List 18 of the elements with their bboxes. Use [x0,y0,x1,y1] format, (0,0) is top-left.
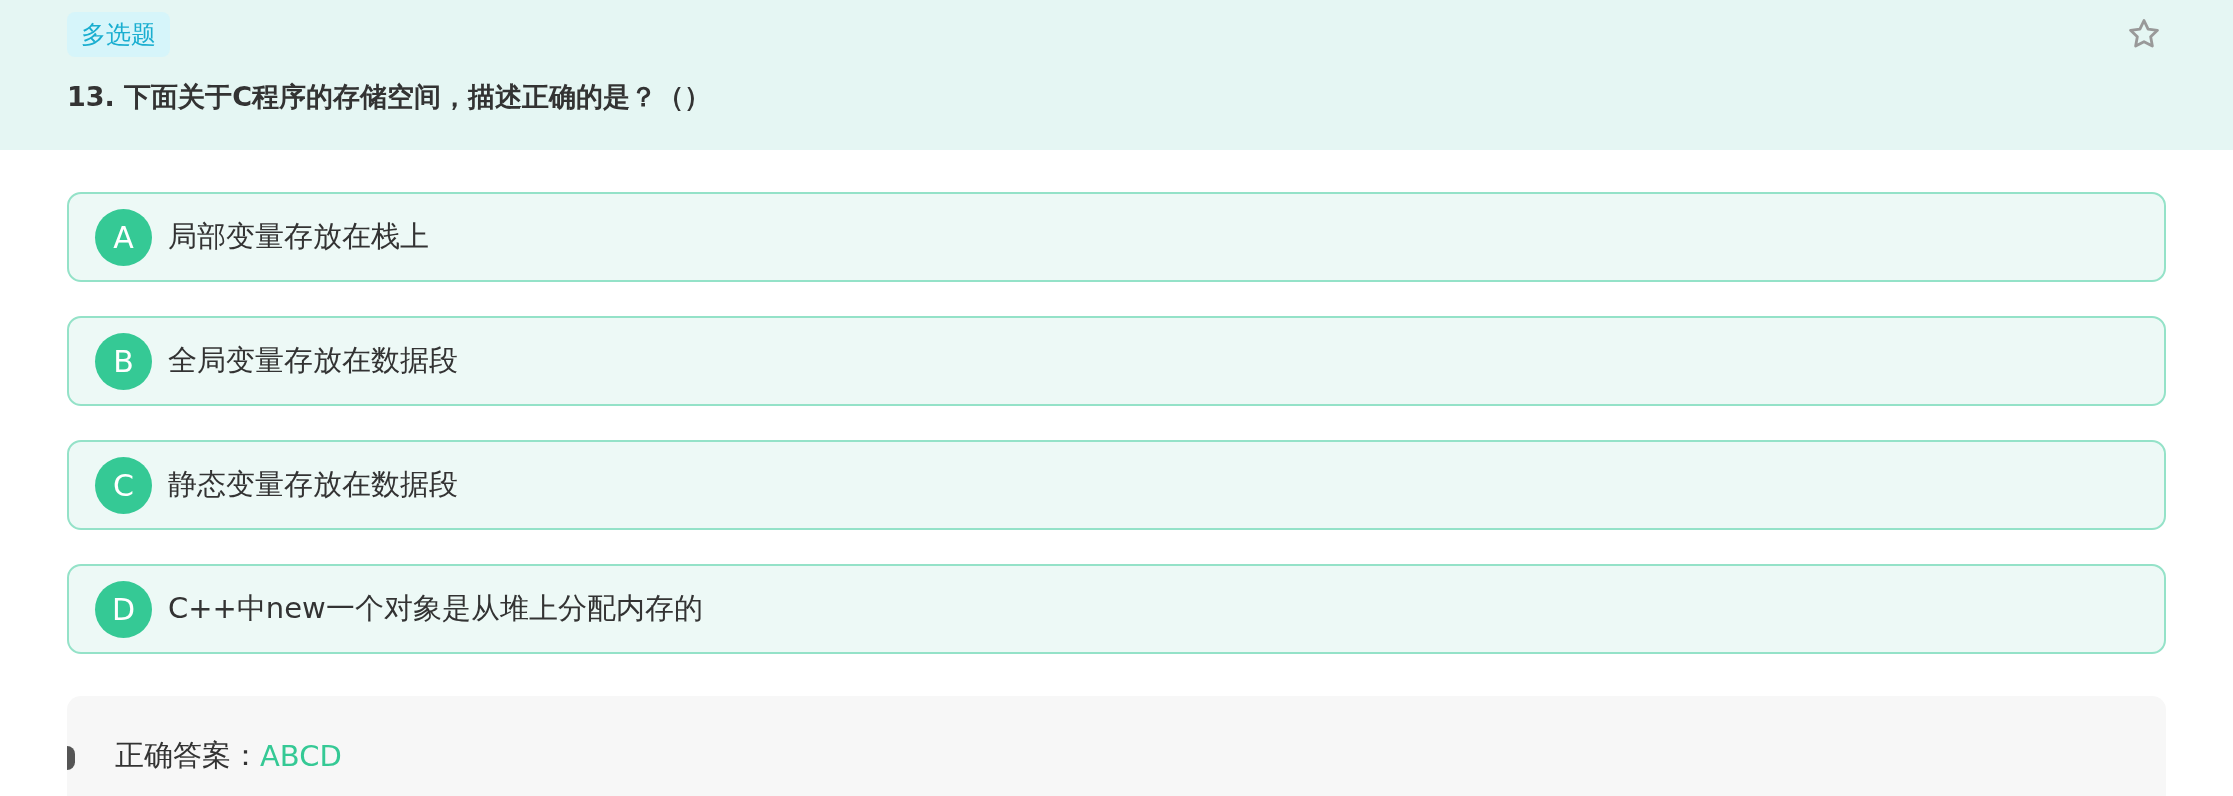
option-text: C++中new一个对象是从堆上分配内存的 [168,590,703,627]
answer-option[interactable]: A 局部变量存放在栈上 [67,192,2166,282]
question-title: 13. 下面关于C程序的存储空间，描述正确的是？（） [67,80,713,114]
option-letter-badge: A [95,208,152,266]
answer-option[interactable]: D C++中new一个对象是从堆上分配内存的 [67,564,2166,654]
option-text: 静态变量存放在数据段 [168,466,458,503]
option-text: 局部变量存放在栈上 [168,218,429,255]
question-type-tag: 多选题 [67,12,170,57]
answer-option[interactable]: C 静态变量存放在数据段 [67,440,2166,530]
star-icon[interactable] [2127,17,2161,51]
option-letter-badge: C [95,456,152,514]
answer-value: ABCD [260,739,342,773]
option-letter-badge: D [95,580,152,638]
answer-option[interactable]: B 全局变量存放在数据段 [67,316,2166,406]
answer-marker [67,746,75,770]
option-letter-badge: B [95,332,152,390]
option-text: 全局变量存放在数据段 [168,342,458,379]
answer-label: 正确答案： [115,737,260,774]
